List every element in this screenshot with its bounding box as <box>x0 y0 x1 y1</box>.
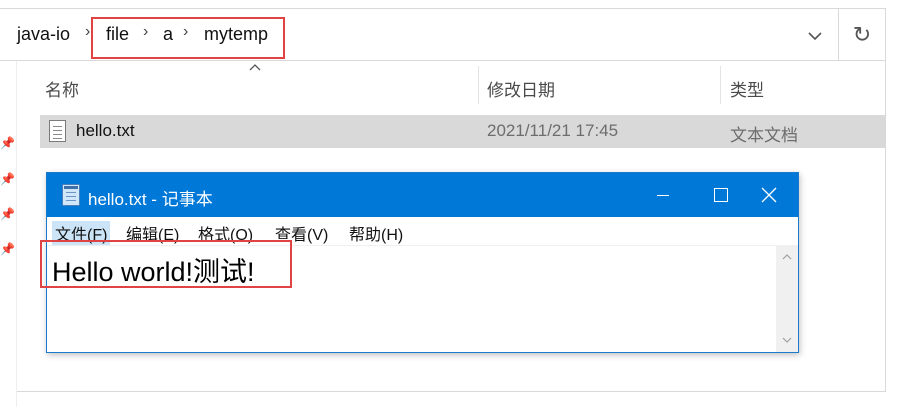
pin-icon[interactable]: 📌 <box>0 242 15 256</box>
window-title: hello.txt - 记事本 <box>88 190 213 209</box>
sort-up-icon <box>249 60 261 74</box>
text-file-icon <box>49 120 66 142</box>
notepad-titlebar[interactable]: hello.txt - 记事本 <box>47 173 798 217</box>
vertical-scrollbar[interactable] <box>776 245 798 352</box>
pin-icon[interactable]: 📌 <box>0 136 15 150</box>
column-header-type[interactable]: 类型 <box>730 76 764 101</box>
chevron-down-icon[interactable] <box>799 20 831 52</box>
close-button[interactable] <box>740 173 798 217</box>
frame-border <box>16 391 886 392</box>
close-icon <box>761 187 777 203</box>
pin-icon[interactable]: 📌 <box>0 172 15 186</box>
column-divider[interactable] <box>720 66 721 104</box>
notepad-app-icon[interactable] <box>62 184 80 206</box>
content-highlight-box <box>40 240 292 288</box>
menu-help[interactable]: 帮助(H) <box>349 221 403 245</box>
frame-border <box>885 61 886 391</box>
file-type: 文本文档 <box>730 126 798 145</box>
refresh-icon: ↻ <box>852 21 872 47</box>
scroll-down-icon[interactable] <box>776 334 798 346</box>
scroll-up-icon[interactable] <box>776 251 798 263</box>
minimize-button[interactable] <box>634 173 692 217</box>
breadcrumb-highlight-box <box>91 17 285 59</box>
refresh-button[interactable]: ↻ <box>838 8 886 61</box>
pin-icon[interactable]: 📌 <box>0 207 15 221</box>
frame-border <box>16 61 17 407</box>
breadcrumb-java-io[interactable]: java-io <box>17 24 70 45</box>
minimize-icon <box>657 194 669 196</box>
column-divider[interactable] <box>478 66 479 104</box>
breadcrumb-separator[interactable]: › <box>85 23 90 41</box>
maximize-icon <box>714 188 728 202</box>
file-date-modified: 2021/11/21 17:45 <box>487 121 619 140</box>
column-header-name[interactable]: 名称 <box>45 76 79 101</box>
column-header-date-modified[interactable]: 修改日期 <box>487 76 555 101</box>
file-row-hello-txt[interactable]: hello.txt 2021/11/21 17:45 文本文档 <box>40 115 886 148</box>
file-name: hello.txt <box>76 121 135 140</box>
